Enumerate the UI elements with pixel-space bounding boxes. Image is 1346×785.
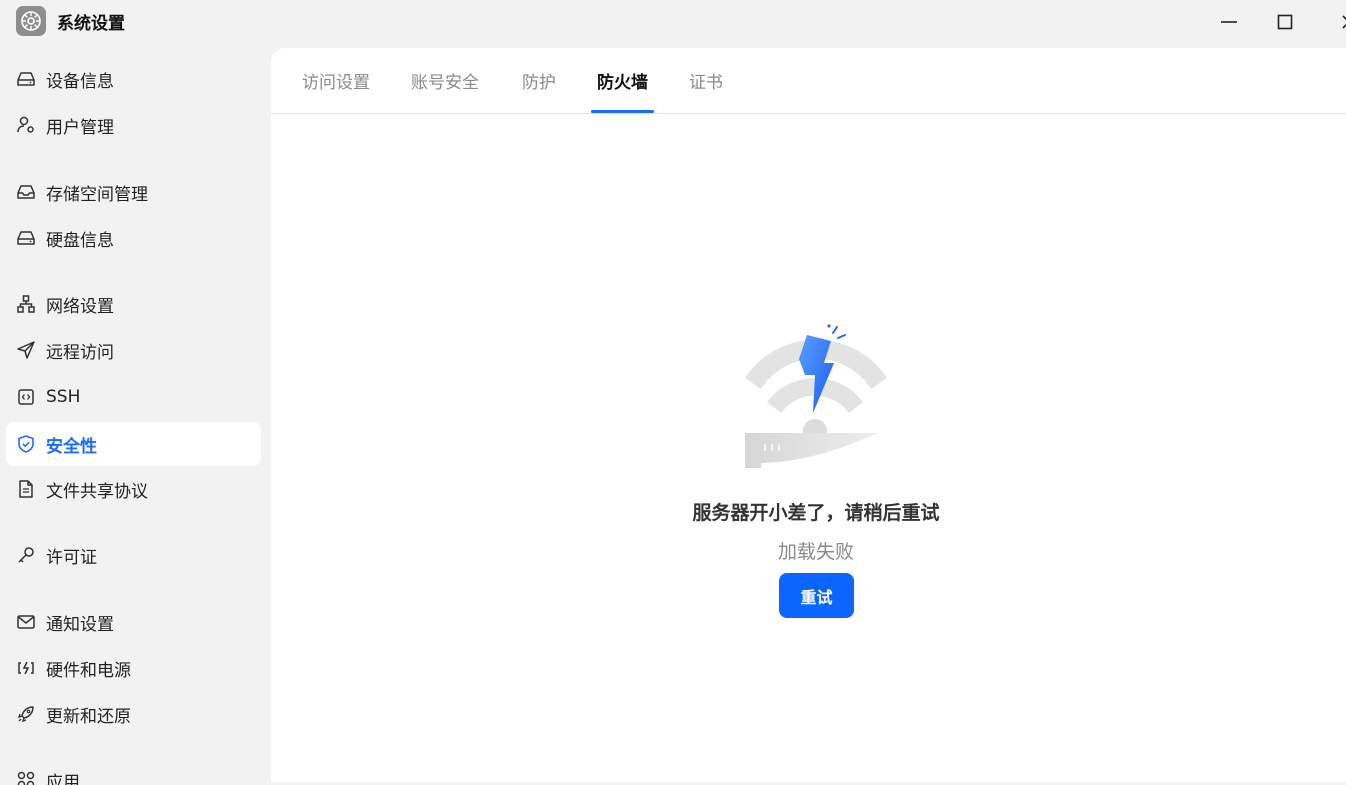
sidebar-item-network[interactable]: 网络设置	[6, 282, 261, 326]
mail-icon	[16, 612, 36, 632]
sidebar-item-label: 网络设置	[46, 296, 114, 317]
tab-protection[interactable]: 防护	[522, 68, 556, 93]
error-title: 服务器开小差了，请稍后重试	[692, 502, 940, 524]
sidebar-item-ssh[interactable]: SSH	[6, 375, 261, 419]
title-bar: 系统设置	[0, 0, 1346, 44]
sidebar-item-label: 应用	[46, 772, 80, 785]
sidebar-item-user-management[interactable]: 用户管理	[6, 103, 261, 147]
code-icon	[16, 387, 36, 407]
error-subtitle: 加载失败	[777, 541, 854, 563]
wifi-lightning-icon	[741, 323, 891, 473]
sidebar-item-storage[interactable]: 存储空间管理	[6, 170, 261, 214]
inbox-icon	[16, 182, 36, 202]
main-panel: 访问设置 账号安全 防护 防火墙 证书 服务器开小差了，请稍后重试 加载失败 重…	[271, 48, 1346, 782]
maximize-button[interactable]	[1271, 8, 1299, 36]
tab-bar: 访问设置 账号安全 防护 防火墙 证书	[271, 48, 1346, 114]
send-icon	[16, 340, 36, 360]
sidebar-item-label: 用户管理	[46, 117, 114, 138]
tab-certificate[interactable]: 证书	[689, 68, 723, 93]
gear-app-icon	[16, 6, 46, 36]
hard-drive-icon	[16, 69, 36, 89]
active-tab-indicator	[591, 110, 654, 113]
minimize-icon	[1221, 21, 1237, 23]
key-icon	[16, 545, 36, 565]
sidebar-item-label: 更新和还原	[46, 706, 131, 727]
sidebar-item-security[interactable]: 安全性	[6, 422, 261, 466]
sidebar-item-device-info[interactable]: 设备信息	[6, 57, 261, 101]
sidebar-item-remote-access[interactable]: 远程访问	[6, 328, 261, 372]
sidebar-item-label: 硬件和电源	[46, 660, 131, 681]
sidebar-item-label: 许可证	[46, 547, 97, 568]
sidebar-item-update-restore[interactable]: 更新和还原	[6, 692, 261, 736]
sidebar-item-label: 远程访问	[46, 342, 114, 363]
sidebar-item-label: SSH	[46, 387, 81, 407]
tab-firewall[interactable]: 防火墙	[597, 68, 648, 93]
tab-access-settings[interactable]: 访问设置	[302, 68, 370, 93]
power-icon	[16, 658, 36, 678]
sidebar-item-label: 通知设置	[46, 614, 114, 635]
sidebar-item-label: 安全性	[46, 436, 97, 457]
sidebar-item-label: 设备信息	[46, 71, 114, 92]
hard-drive-icon	[16, 228, 36, 248]
maximize-icon	[1277, 14, 1293, 30]
sidebar-item-disk-info[interactable]: 硬盘信息	[6, 216, 261, 260]
user-gear-icon	[16, 115, 36, 135]
tab-account-security[interactable]: 账号安全	[411, 68, 479, 93]
sidebar: 设备信息 用户管理 存储空间管理 硬盘信息 网络设置 远程访问 SSH 安全性 …	[0, 48, 270, 785]
document-icon	[16, 479, 36, 499]
rocket-icon	[16, 704, 36, 724]
sidebar-item-apps[interactable]: 应用	[6, 758, 261, 785]
sidebar-item-license[interactable]: 许可证	[6, 533, 261, 577]
close-button[interactable]	[1328, 8, 1346, 36]
apps-icon	[16, 770, 36, 785]
sidebar-item-notifications[interactable]: 通知设置	[6, 600, 261, 644]
close-icon	[1342, 15, 1346, 29]
shield-icon	[16, 434, 36, 454]
sidebar-item-label: 硬盘信息	[46, 230, 114, 251]
sidebar-item-hardware-power[interactable]: 硬件和电源	[6, 646, 261, 690]
sidebar-item-label: 存储空间管理	[46, 184, 148, 205]
network-icon	[16, 294, 36, 314]
sidebar-item-file-sharing[interactable]: 文件共享协议	[6, 467, 261, 511]
sidebar-item-label: 文件共享协议	[46, 481, 148, 502]
minimize-button[interactable]	[1215, 8, 1243, 36]
retry-button[interactable]: 重试	[779, 573, 854, 618]
window-title: 系统设置	[57, 14, 125, 34]
